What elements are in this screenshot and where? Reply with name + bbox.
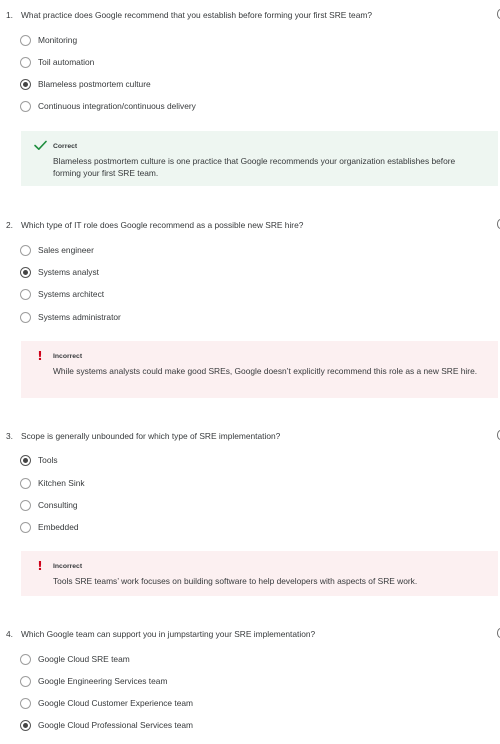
option-label: Google Cloud Customer Experience team <box>38 698 194 708</box>
question-number: 2. <box>6 220 13 230</box>
exclamation-icon: ! <box>37 559 43 573</box>
option-monitoring[interactable]: Monitoring <box>20 33 77 47</box>
quiz-page: 1. What practice does Google recommend th… <box>0 0 500 744</box>
option-label: Systems analyst <box>38 267 99 277</box>
option-label: Google Cloud Professional Services team <box>38 720 194 730</box>
option-label: Consulting <box>38 500 78 510</box>
question-text: Scope is generally unbounded for which t… <box>21 431 281 441</box>
option-kitchen-sink[interactable]: Kitchen Sink <box>20 476 85 490</box>
option-systems-analyst[interactable]: Systems analyst <box>20 265 99 279</box>
radio-button-selected[interactable] <box>20 719 31 731</box>
question-1-header: 1. What practice does Google recommend th… <box>6 10 372 20</box>
option-label: Toil automation <box>38 57 95 67</box>
option-label: Google Engineering Services team <box>38 676 168 686</box>
question-2-header: 2. Which type of IT role does Google reco… <box>6 220 303 230</box>
option-systems-architect[interactable]: Systems architect <box>20 287 104 301</box>
option-cloud-sre-team[interactable]: Google Cloud SRE team <box>20 652 130 666</box>
feedback-text: Blameless postmortem culture is one prac… <box>53 156 456 178</box>
option-label: Tools <box>38 455 58 465</box>
feedback-status: Correct <box>53 143 78 150</box>
option-systems-administrator[interactable]: Systems administrator <box>20 310 121 324</box>
feedback-incorrect: ! Incorrect While systems analysts could… <box>21 341 498 398</box>
check-icon <box>33 140 47 154</box>
feedback-incorrect: ! Incorrect Tools SRE teams’ work focuse… <box>21 551 498 596</box>
option-label: Google Cloud SRE team <box>38 654 130 664</box>
radio-button[interactable] <box>20 675 31 687</box>
radio-button[interactable] <box>20 288 31 300</box>
option-tools[interactable]: Tools <box>20 453 58 467</box>
radio-button[interactable] <box>20 697 31 709</box>
option-ci-cd[interactable]: Continuous integration/continuous delive… <box>20 99 196 113</box>
radio-button-selected[interactable] <box>20 454 31 466</box>
question-number: 1. <box>6 10 13 20</box>
option-engineering-services-team[interactable]: Google Engineering Services team <box>20 674 167 688</box>
option-label: Monitoring <box>38 35 78 45</box>
radio-button[interactable] <box>20 34 31 46</box>
option-embedded[interactable]: Embedded <box>20 520 79 534</box>
question-number: 3. <box>6 431 13 441</box>
feedback-status: Incorrect <box>53 353 83 360</box>
radio-button[interactable] <box>20 521 31 533</box>
radio-button-selected[interactable] <box>20 266 31 278</box>
question-text: Which type of IT role does Google recomm… <box>21 220 304 230</box>
radio-button[interactable] <box>20 499 31 511</box>
exclamation-icon: ! <box>37 349 43 363</box>
option-label: Continuous integration/continuous delive… <box>38 101 196 111</box>
option-label: Systems administrator <box>38 312 121 322</box>
feedback-text: Tools SRE teams’ work focuses on buildin… <box>53 576 418 586</box>
option-label: Systems architect <box>38 289 105 299</box>
radio-button[interactable] <box>20 653 31 665</box>
option-toil-automation[interactable]: Toil automation <box>20 55 94 69</box>
option-blameless-postmortem[interactable]: Blameless postmortem culture <box>20 77 151 91</box>
question-3-header: 3. Scope is generally unbounded for which… <box>6 431 280 441</box>
option-customer-experience-team[interactable]: Google Cloud Customer Experience team <box>20 696 193 710</box>
question-number: 4. <box>6 629 13 639</box>
question-text: What practice does Google recommend that… <box>21 10 372 20</box>
feedback-status: Incorrect <box>53 563 83 570</box>
radio-button-selected[interactable] <box>20 78 31 90</box>
option-consulting[interactable]: Consulting <box>20 498 78 512</box>
radio-button[interactable] <box>20 100 31 112</box>
radio-button[interactable] <box>20 477 31 489</box>
radio-button[interactable] <box>20 56 31 68</box>
feedback-correct: Correct Blameless postmortem culture is … <box>21 131 498 186</box>
question-4-header: 4. Which Google team can support you in j… <box>6 629 315 639</box>
question-text: Which Google team can support you in jum… <box>21 629 316 639</box>
option-label: Kitchen Sink <box>38 478 85 488</box>
option-sales-engineer[interactable]: Sales engineer <box>20 243 94 257</box>
radio-button[interactable] <box>20 244 31 256</box>
option-label: Blameless postmortem culture <box>38 79 151 89</box>
radio-button[interactable] <box>20 311 31 323</box>
option-professional-services-team[interactable]: Google Cloud Professional Services team <box>20 718 193 732</box>
option-label: Sales engineer <box>38 245 94 255</box>
feedback-text: While systems analysts could make good S… <box>53 366 478 376</box>
option-label: Embedded <box>38 522 79 532</box>
